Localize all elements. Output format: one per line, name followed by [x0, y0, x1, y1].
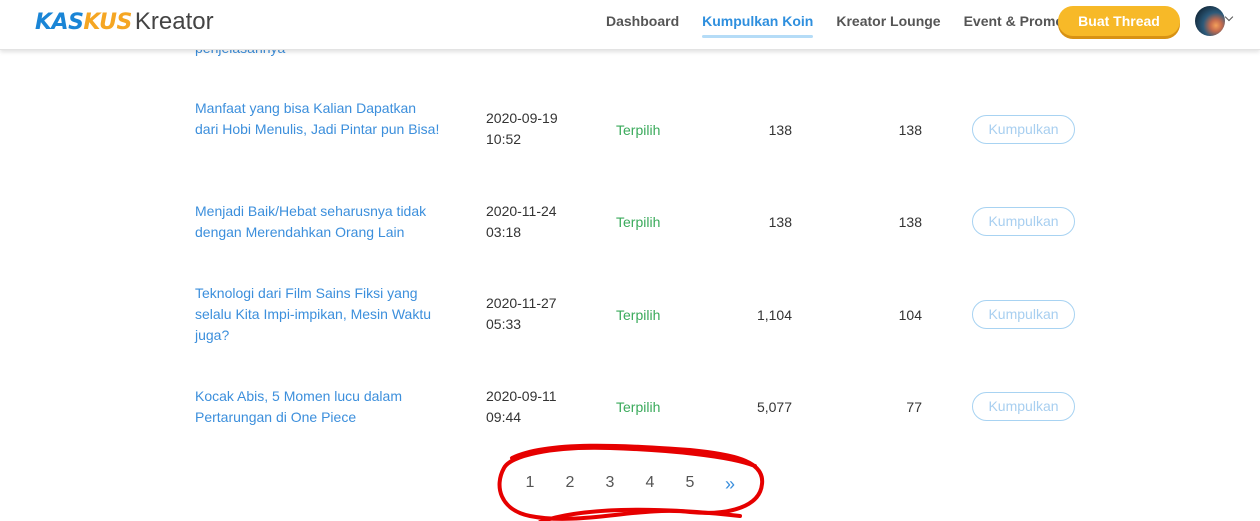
- value-2: 138: [898, 122, 922, 138]
- thread-datetime: 2020-11-27 05:33: [486, 293, 557, 335]
- status-badge: Terpilih: [616, 214, 661, 230]
- value-1: 138: [768, 122, 792, 138]
- nav-event-promo[interactable]: Event & Promo: [964, 0, 1064, 50]
- value-1: 138: [768, 214, 792, 230]
- status-badge: Terpilih: [616, 399, 661, 415]
- kumpulkan-button[interactable]: Kumpulkan: [972, 115, 1075, 144]
- nav-kreator-lounge[interactable]: Kreator Lounge: [836, 0, 940, 50]
- thread-title-link[interactable]: Menjadi Baik/Hebat seharusnya tidak deng…: [195, 201, 440, 243]
- status-badge: Terpilih: [616, 122, 661, 138]
- kumpulkan-button[interactable]: Kumpulkan: [972, 207, 1075, 236]
- buat-thread-button[interactable]: Buat Thread: [1058, 6, 1180, 36]
- page-link-5[interactable]: 5: [670, 474, 710, 495]
- nav-dashboard[interactable]: Dashboard: [606, 0, 679, 50]
- value-2: 138: [898, 214, 922, 230]
- value-2: 104: [898, 307, 922, 323]
- main-nav: Dashboard Kumpulkan Koin Kreator Lounge …: [606, 0, 1087, 50]
- thread-title-link[interactable]: Teknologi dari Film Sains Fiksi yang sel…: [195, 283, 440, 346]
- thread-date: 2020-09-11: [486, 388, 557, 404]
- top-navbar: KAS KUS Kreator Dashboard Kumpulkan Koin…: [0, 0, 1260, 50]
- kumpulkan-button[interactable]: Kumpulkan: [972, 300, 1075, 329]
- kumpulkan-button[interactable]: Kumpulkan: [972, 392, 1075, 421]
- logo-part-2: KUS: [83, 10, 132, 35]
- chevron-down-icon[interactable]: [1224, 12, 1234, 22]
- page: KAS KUS Kreator Dashboard Kumpulkan Koin…: [0, 0, 1260, 521]
- nav-kumpulkan-koin[interactable]: Kumpulkan Koin: [702, 0, 814, 50]
- thread-title-link[interactable]: Manfaat yang bisa Kalian Dapatkan dari H…: [195, 98, 440, 140]
- thread-datetime: 2020-09-19 10:52: [486, 108, 558, 150]
- value-1: 5,077: [756, 399, 792, 415]
- thread-time: 10:52: [486, 131, 522, 147]
- thread-datetime: 2020-09-11 09:44: [486, 386, 557, 428]
- status-badge: Terpilih: [616, 307, 661, 323]
- kaskus-kreator-logo[interactable]: KAS KUS Kreator: [35, 8, 214, 38]
- page-link-2[interactable]: 2: [550, 474, 590, 495]
- page-link-1[interactable]: 1: [510, 474, 550, 495]
- pagination: 1 2 3 4 5 »: [510, 474, 750, 495]
- page-link-3[interactable]: 3: [590, 474, 630, 495]
- thread-title-link[interactable]: Kocak Abis, 5 Momen lucu dalam Pertarung…: [195, 386, 440, 428]
- next-page-icon[interactable]: »: [710, 474, 750, 495]
- thread-date: 2020-09-19: [486, 110, 558, 126]
- page-link-4[interactable]: 4: [630, 474, 670, 495]
- thread-datetime: 2020-11-24 03:18: [486, 201, 557, 243]
- user-avatar-icon[interactable]: [1195, 6, 1225, 36]
- value-2: 77: [906, 399, 922, 415]
- logo-suffix: Kreator: [134, 8, 214, 35]
- value-1: 1,104: [756, 307, 792, 323]
- thread-date: 2020-11-27: [486, 295, 557, 311]
- thread-time: 09:44: [486, 409, 522, 425]
- logo-part-1: KAS: [35, 10, 84, 35]
- thread-time: 05:33: [486, 316, 522, 332]
- thread-time: 03:18: [486, 224, 522, 240]
- thread-date: 2020-11-24: [486, 203, 557, 219]
